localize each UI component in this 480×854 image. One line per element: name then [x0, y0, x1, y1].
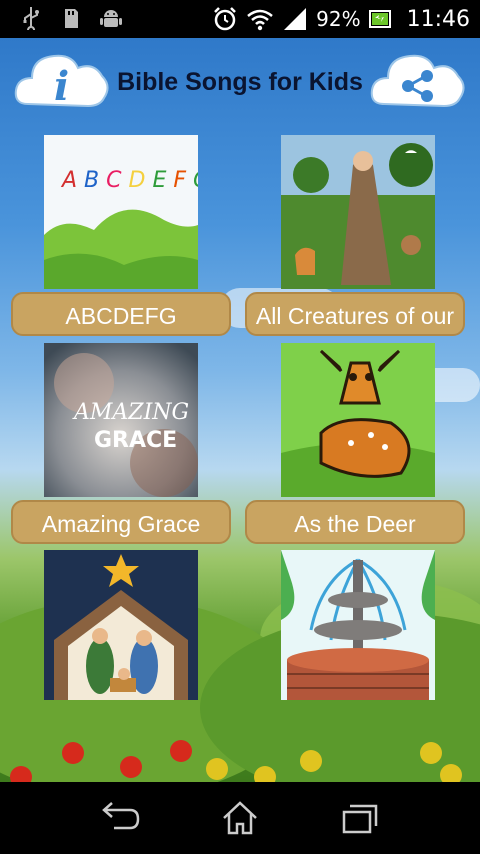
app-content: i Bible Songs for Kids A B C D E F G ABC… [0, 38, 480, 782]
battery-percent: 92% [316, 7, 361, 31]
song-thumbnail-as-the-deer[interactable] [281, 343, 435, 497]
battery-icon [368, 10, 391, 28]
back-icon[interactable] [100, 800, 140, 836]
app-header: i Bible Songs for Kids [0, 38, 480, 134]
signal-icon [284, 8, 307, 30]
song-thumbnail-fountain[interactable] [281, 550, 435, 700]
status-bar: 92% 11:46 [0, 0, 480, 38]
alarm-icon [214, 7, 237, 31]
thumb-text-top: AMAZING [72, 400, 189, 425]
song-thumbnail-amazing-grace[interactable]: AMAZING GRACE [44, 343, 198, 497]
clock: 11:46 [406, 6, 470, 32]
page-title: Bible Songs for Kids [117, 68, 363, 96]
song-thumbnail-nativity[interactable] [44, 550, 198, 700]
background-fruit-bushes [0, 738, 480, 782]
sd-card-icon [65, 9, 78, 28]
info-icon: i [54, 63, 69, 110]
thumb-text-bottom: GRACE [94, 428, 177, 453]
song-button-as-the-deer[interactable]: As the Deer [245, 500, 465, 544]
info-button[interactable]: i [14, 46, 110, 116]
usb-icon [23, 7, 39, 30]
home-icon[interactable] [220, 800, 260, 836]
recent-apps-icon[interactable] [340, 800, 380, 836]
song-button-amazing-grace[interactable]: Amazing Grace [11, 500, 231, 544]
song-thumbnail-abcdefg[interactable]: A B C D E F G [44, 135, 198, 289]
thumb-letters: A B C D E F G [60, 168, 198, 193]
share-button[interactable] [370, 46, 466, 116]
status-bar-right: 92% 11:46 [212, 4, 470, 34]
song-button-abcdefg[interactable]: ABCDEFG [11, 292, 231, 336]
wifi-icon [247, 9, 273, 31]
song-thumbnail-all-creatures[interactable] [281, 135, 435, 289]
song-button-all-creatures[interactable]: All Creatures of our [245, 292, 465, 336]
navigation-bar [0, 782, 480, 854]
android-debug-icon [100, 10, 122, 27]
status-bar-left [20, 6, 122, 30]
